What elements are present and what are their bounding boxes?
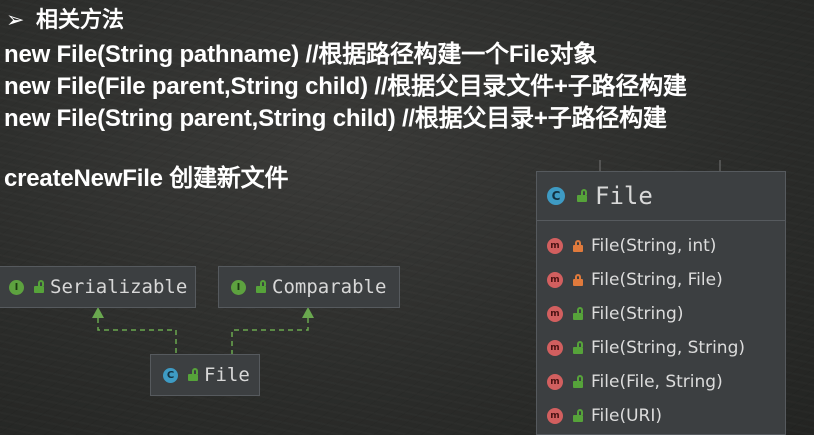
method-row[interactable]: m File(String, File) <box>537 263 785 297</box>
method-label: File(String, String) <box>591 338 745 358</box>
method-icon: m <box>547 374 563 390</box>
link-to-serializable <box>97 318 177 354</box>
interface-icon: I <box>9 279 24 295</box>
public-lock-icon <box>34 280 44 293</box>
interface-name: Comparable <box>272 276 387 298</box>
file-class-panel[interactable]: C File m File(String, int) m File(String… <box>536 171 786 435</box>
public-lock-icon <box>188 368 198 381</box>
interface-name: Serializable <box>50 276 188 298</box>
method-label: File(File, String) <box>591 372 723 392</box>
public-lock-icon <box>573 409 583 422</box>
comparable-interface-node[interactable]: I Comparable <box>218 266 400 308</box>
method-icon: m <box>547 340 563 356</box>
method-label: File(String, File) <box>591 270 723 290</box>
private-lock-icon <box>573 240 583 252</box>
class-name: File <box>204 364 250 386</box>
class-icon: C <box>547 187 565 205</box>
method-label: File(String, int) <box>591 236 717 256</box>
public-lock-icon <box>256 280 266 293</box>
arrowhead-serializable <box>92 307 104 318</box>
public-lock-icon <box>573 375 583 388</box>
method-row[interactable]: m File(String) <box>537 297 785 331</box>
arrowhead-comparable <box>302 307 314 318</box>
interface-icon: I <box>231 279 246 295</box>
public-lock-icon <box>573 341 583 354</box>
private-lock-icon <box>573 274 583 286</box>
method-icon: m <box>547 238 563 254</box>
method-row[interactable]: m File(URI) <box>537 399 785 433</box>
public-lock-icon <box>573 307 583 320</box>
link-to-comparable <box>231 318 309 354</box>
method-row[interactable]: m File(File, String) <box>537 365 785 399</box>
class-panel-title: File <box>595 182 653 210</box>
method-label: File(String) <box>591 304 684 324</box>
public-lock-icon <box>577 189 587 202</box>
method-icon: m <box>547 272 563 288</box>
file-class-node[interactable]: C File <box>150 354 260 396</box>
method-row[interactable]: m File(String, String) <box>537 331 785 365</box>
method-icon: m <box>547 408 563 424</box>
method-label: File(URI) <box>591 406 662 426</box>
method-icon: m <box>547 306 563 322</box>
serializable-interface-node[interactable]: I Serializable <box>0 266 196 308</box>
class-icon: C <box>163 367 178 383</box>
method-row[interactable]: m File(String, int) <box>537 229 785 263</box>
